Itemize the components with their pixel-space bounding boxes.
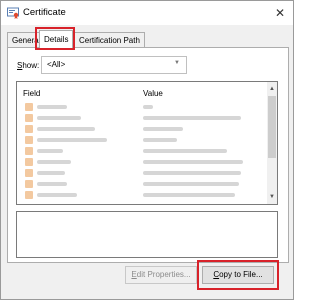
blurred-field-value [143, 171, 241, 175]
list-row[interactable] [23, 168, 263, 179]
list-row[interactable] [23, 124, 263, 135]
show-dropdown[interactable]: <All> ▼ [41, 56, 187, 74]
list-row[interactable] [23, 135, 263, 146]
show-label: Show: [17, 61, 40, 70]
field-icon [25, 147, 33, 155]
tab-certification-path[interactable]: Certification Path [74, 32, 145, 48]
list-row[interactable] [23, 157, 263, 168]
edit-properties-label: Edit Properties... [131, 270, 191, 279]
certificate-dialog: Certificate ✕ General Details Certificat… [0, 0, 294, 300]
blurred-field-name [37, 138, 107, 142]
copy-to-file-button[interactable]: Copy to File... [202, 266, 274, 284]
field-icon [25, 180, 33, 188]
blurred-field-name [37, 127, 95, 131]
field-detail-textbox[interactable] [16, 211, 278, 258]
field-icon [25, 169, 33, 177]
blurred-field-value [143, 149, 227, 153]
tab-label: Certification Path [79, 36, 140, 45]
scroll-down-icon[interactable]: ▼ [267, 192, 277, 202]
list-row[interactable] [23, 113, 263, 124]
blurred-field-value [143, 127, 183, 131]
blurred-field-value [143, 138, 177, 142]
field-icon [25, 158, 33, 166]
list-header: Field Value [17, 82, 267, 98]
column-header-value: Value [143, 89, 163, 98]
list-row[interactable] [23, 179, 263, 190]
show-selected-value: <All> [47, 60, 66, 69]
blurred-field-name [37, 171, 65, 175]
list-row[interactable] [23, 146, 263, 157]
field-icon [25, 191, 33, 199]
blurred-field-name [37, 193, 77, 197]
close-icon[interactable]: ✕ [271, 4, 289, 22]
vertical-scrollbar[interactable]: ▲ ▼ [267, 82, 277, 204]
copy-to-file-label: Copy to File... [213, 270, 263, 279]
scroll-up-icon[interactable]: ▲ [267, 84, 277, 94]
tab-details[interactable]: Details [39, 30, 74, 48]
field-icon [25, 103, 33, 111]
blurred-field-value [143, 160, 243, 164]
field-icon [25, 125, 33, 133]
list-row[interactable] [23, 102, 263, 113]
title-bar: Certificate ✕ [1, 1, 293, 25]
blurred-field-value [143, 182, 239, 186]
edit-properties-button[interactable]: Edit Properties... [125, 266, 197, 284]
blurred-field-value [143, 105, 153, 109]
field-list[interactable]: Field Value ▲ ▼ [16, 81, 278, 205]
blurred-field-name [37, 105, 67, 109]
chevron-down-icon: ▼ [174, 60, 180, 66]
tab-label: General [12, 36, 41, 45]
scrollbar-thumb[interactable] [268, 96, 276, 158]
certificate-icon [7, 7, 19, 19]
blurred-field-value [143, 116, 241, 120]
blurred-field-name [37, 149, 63, 153]
tab-label: Details [44, 35, 69, 44]
blurred-field-value [143, 193, 235, 197]
column-header-field: Field [23, 89, 41, 98]
blurred-field-name [37, 160, 71, 164]
window-title: Certificate [23, 7, 66, 18]
blurred-field-name [37, 182, 67, 186]
list-row[interactable] [23, 190, 263, 201]
field-icon [25, 114, 33, 122]
field-icon [25, 136, 33, 144]
blurred-field-name [37, 116, 81, 120]
